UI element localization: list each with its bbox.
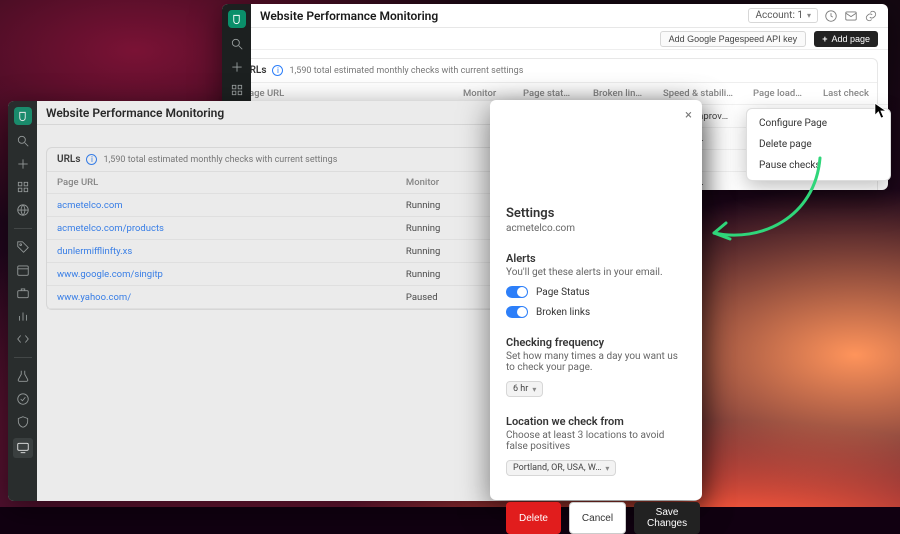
alerts-heading: Alerts (506, 252, 686, 265)
menu-configure-page[interactable]: Configure Page (747, 113, 890, 134)
grid-icon[interactable] (230, 83, 244, 97)
loc-value: Portland, OR, USA, W… (513, 463, 601, 473)
context-menu: Configure Page Delete page Pause checks (746, 108, 891, 181)
alerts-sub: You'll get these alerts in your email. (506, 267, 686, 278)
toggle-page-status[interactable]: Page Status (506, 286, 686, 298)
add-page-label: Add page (831, 34, 870, 44)
frequency-section: Checking frequency Set how many times a … (506, 336, 686, 397)
freq-sub: Set how many times a day you want us to … (506, 351, 686, 373)
page-title: Website Performance Monitoring (260, 9, 438, 23)
chevron-down-icon: ▾ (532, 385, 536, 394)
info-icon[interactable]: i (272, 65, 283, 76)
menu-delete-page[interactable]: Delete page (747, 134, 890, 155)
toggle-switch[interactable] (506, 286, 528, 298)
toggle-switch[interactable] (506, 306, 528, 318)
location-dropdown[interactable]: Portland, OR, USA, W… ▾ (506, 460, 616, 476)
toggle-label: Broken links (536, 307, 590, 318)
search-icon[interactable] (230, 37, 244, 51)
chevron-down-icon: ▾ (605, 464, 609, 473)
plus-icon-small: + (822, 34, 827, 44)
add-page-button[interactable]: + Add page (814, 31, 878, 47)
location-section: Location we check from Choose at least 3… (506, 415, 686, 476)
plus-icon[interactable] (230, 60, 244, 74)
app-logo (228, 10, 246, 28)
settings-title: Settings (506, 206, 686, 221)
toggle-label: Page Status (536, 287, 590, 298)
account-label: Account: 1 (755, 10, 803, 21)
link-icon[interactable] (864, 9, 878, 23)
freq-value: 6 hr (513, 384, 528, 394)
close-icon[interactable]: × (685, 108, 692, 123)
column-header: Page load time (743, 83, 813, 105)
urls-subtext: 1,590 total estimated monthly checks wit… (289, 66, 523, 76)
settings-panel: × Settings acmetelco.com Alerts You'll g… (490, 100, 702, 500)
account-dropdown[interactable]: Account: 1▾ (748, 8, 818, 23)
toggle-broken-links[interactable]: Broken links (506, 306, 686, 318)
alerts-section: Alerts You'll get these alerts in your e… (506, 252, 686, 318)
api-key-button[interactable]: Add Google Pagespeed API key (660, 31, 807, 47)
toolbar-row: Add Google Pagespeed API key + Add page (222, 28, 888, 50)
freq-heading: Checking frequency (506, 336, 686, 349)
mouse-cursor (874, 102, 888, 120)
loc-heading: Location we check from (506, 415, 686, 428)
titlebar: Website Performance Monitoring Account: … (222, 4, 888, 28)
loc-sub: Choose at least 3 locations to avoid fal… (506, 430, 686, 452)
settings-page-url: acmetelco.com (506, 223, 686, 234)
mail-icon[interactable] (844, 9, 858, 23)
freq-dropdown[interactable]: 6 hr ▾ (506, 381, 543, 397)
menu-pause-checks[interactable]: Pause checks (747, 155, 890, 176)
clock-icon[interactable] (824, 9, 838, 23)
